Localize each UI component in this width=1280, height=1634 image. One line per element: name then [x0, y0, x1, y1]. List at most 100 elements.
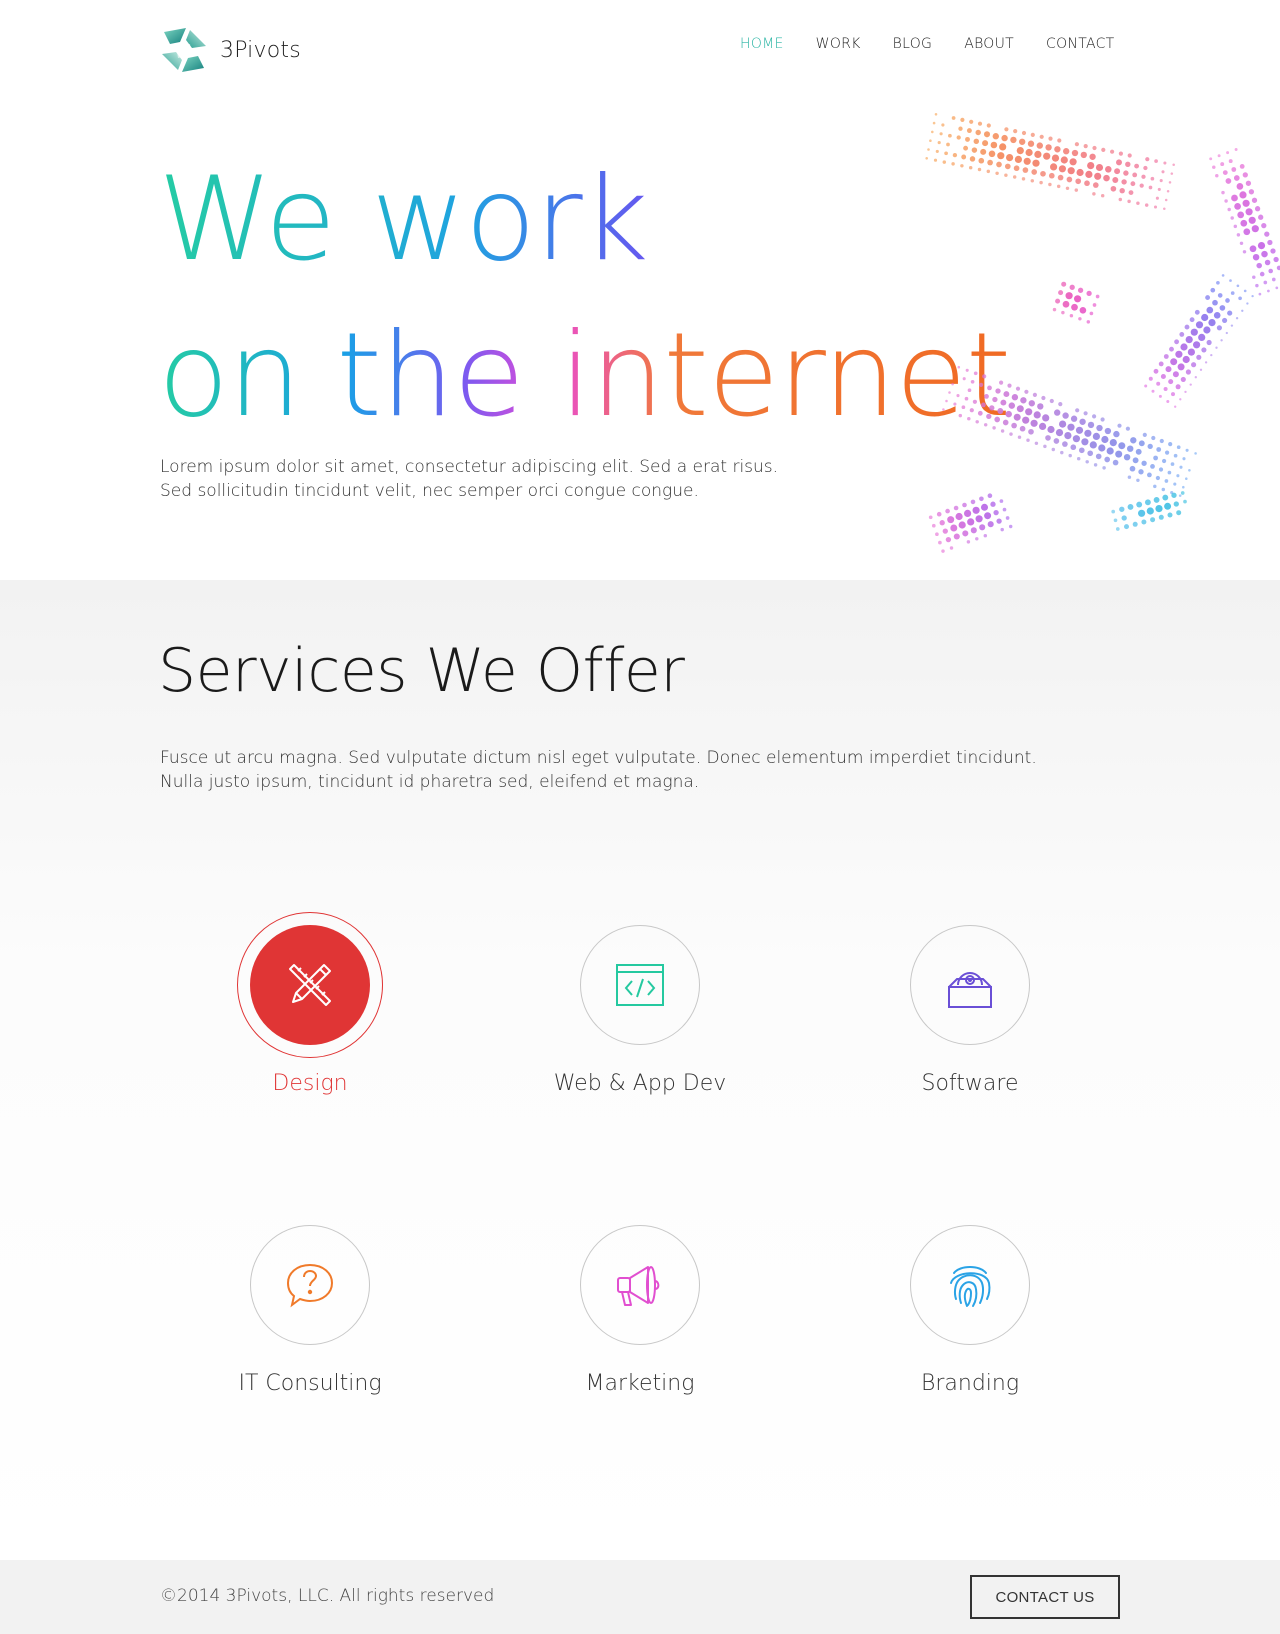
halftone-dot — [1216, 325, 1222, 331]
halftone-dot — [1194, 452, 1197, 455]
halftone-dot — [948, 391, 951, 394]
service-design-circle[interactable] — [237, 912, 383, 1058]
halftone-dot — [1179, 331, 1185, 337]
nav-contact[interactable]: CONTACT — [1046, 36, 1115, 52]
service-design[interactable]: Design — [170, 912, 450, 1096]
halftone-dot — [1002, 507, 1007, 512]
halftone-dot — [1050, 163, 1058, 171]
service-marketing-circle[interactable] — [580, 1225, 700, 1345]
halftone-dot — [977, 167, 982, 172]
halftone-dot — [1138, 509, 1146, 517]
service-software[interactable]: Software — [830, 925, 1110, 1096]
halftone-dot — [1173, 501, 1179, 507]
halftone-dot — [1113, 430, 1120, 438]
halftone-dot — [1089, 311, 1094, 316]
halftone-dot — [1241, 309, 1244, 312]
halftone-dot — [1136, 478, 1140, 483]
halftone-dot — [965, 136, 970, 142]
halftone-dot — [1245, 208, 1253, 216]
halftone-dot — [978, 157, 985, 164]
halftone-dot — [1011, 422, 1017, 429]
halftone-dot — [1158, 394, 1162, 398]
halftone-dot — [1215, 346, 1218, 349]
halftone-dot — [1064, 432, 1072, 440]
service-branding-circle[interactable] — [910, 1225, 1030, 1345]
halftone-dot — [1267, 289, 1270, 293]
halftone-dot — [1079, 306, 1087, 314]
halftone-dot — [1080, 151, 1087, 159]
service-web-app-dev[interactable]: Web & App Dev — [500, 925, 780, 1096]
halftone-dot — [1251, 294, 1254, 298]
halftone-dot — [1017, 435, 1022, 439]
halftone-dot — [1114, 168, 1121, 175]
halftone-dot — [1000, 399, 1007, 406]
halftone-dot — [1074, 295, 1082, 303]
halftone-dot — [1158, 467, 1164, 472]
halftone-dot — [1100, 193, 1105, 198]
service-it-consulting[interactable]: IT Consulting — [170, 1225, 450, 1396]
halftone-dot — [1116, 159, 1122, 166]
halftone-dot — [1126, 445, 1134, 452]
halftone-dot — [1136, 501, 1143, 508]
halftone-dot — [969, 119, 974, 124]
halftone-dot — [1176, 474, 1180, 478]
nav-blog[interactable]: BLOG — [893, 36, 933, 52]
halftone-dot — [1164, 450, 1170, 455]
halftone-dot — [1092, 432, 1100, 440]
halftone-dot — [981, 503, 988, 511]
halftone-dot — [986, 123, 991, 128]
halftone-dot — [1039, 422, 1047, 430]
halftone-dot — [1058, 165, 1066, 173]
halftone-dot — [1000, 527, 1004, 532]
halftone-dot — [1143, 165, 1148, 171]
halftone-dot — [986, 413, 992, 420]
halftone-dot — [1144, 384, 1148, 388]
halftone-dot — [1102, 466, 1106, 470]
halftone-dot — [1054, 409, 1061, 416]
service-web-app-dev-circle[interactable] — [580, 925, 700, 1045]
halftone-dot — [1110, 185, 1117, 192]
halftone-dot — [1010, 136, 1017, 144]
halftone-dot — [1030, 132, 1035, 137]
halftone-dot — [1248, 216, 1256, 224]
halftone-dot — [1023, 157, 1031, 165]
halftone-dot — [973, 138, 980, 145]
halftone-dot — [996, 161, 1002, 168]
halftone-dot — [1198, 333, 1206, 341]
halftone-dot — [990, 501, 996, 507]
halftone-dot — [1174, 339, 1180, 345]
service-branding[interactable]: Branding — [830, 1225, 1110, 1396]
halftone-dot — [1161, 487, 1166, 492]
halftone-dot — [1016, 405, 1024, 413]
logo-link[interactable]: 3Pivots — [160, 26, 301, 74]
halftone-dot — [987, 385, 992, 391]
halftone-dot — [1021, 130, 1027, 136]
halftone-dot — [995, 171, 999, 176]
halftone-dot — [1030, 419, 1038, 427]
service-marketing[interactable]: Marketing — [500, 1225, 780, 1396]
halftone-dot — [1085, 170, 1093, 178]
code-window-icon — [616, 964, 664, 1006]
contact-us-button[interactable]: CONTACT US — [970, 1575, 1120, 1619]
nav-home[interactable]: HOME — [740, 36, 784, 52]
nav-about[interactable]: ABOUT — [964, 36, 1014, 52]
halftone-dot — [1062, 441, 1068, 447]
halftone-dot — [1170, 358, 1178, 366]
service-it-consulting-circle[interactable] — [250, 1225, 370, 1345]
halftone-dot — [1219, 305, 1226, 311]
halftone-dot — [1236, 233, 1241, 237]
halftone-dot — [935, 149, 939, 153]
halftone-dot — [1145, 157, 1150, 162]
halftone-dot — [958, 126, 963, 131]
halftone-dot — [1180, 376, 1186, 382]
halftone-dot — [1008, 402, 1016, 409]
nav-work[interactable]: WORK — [816, 36, 861, 52]
halftone-dot — [1239, 164, 1245, 169]
halftone-dot — [1268, 268, 1273, 274]
halftone-dot — [1178, 494, 1182, 497]
service-software-circle[interactable] — [910, 925, 1030, 1045]
halftone-dot — [1065, 292, 1073, 300]
halftone-dot — [1132, 457, 1139, 464]
halftone-dot — [1163, 207, 1166, 211]
halftone-dot — [969, 156, 976, 162]
